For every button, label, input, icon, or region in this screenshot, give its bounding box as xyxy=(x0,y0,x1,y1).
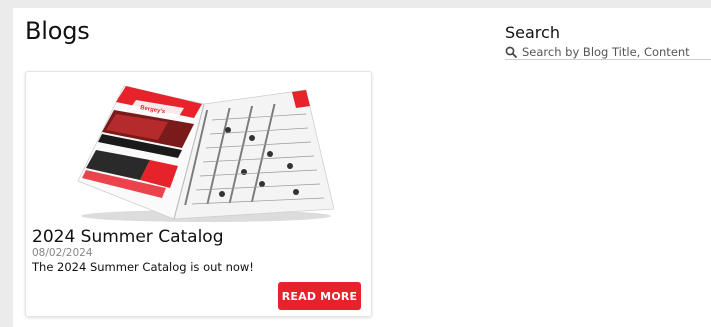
search-input[interactable] xyxy=(522,44,707,59)
page-top-strip xyxy=(0,0,711,8)
catalog-image[interactable]: Bergey's xyxy=(56,76,334,226)
read-more-button[interactable]: READ MORE xyxy=(278,282,361,310)
search-row[interactable] xyxy=(505,44,711,60)
page-title: Blogs xyxy=(25,17,90,45)
post-excerpt: The 2024 Summer Catalog is out now! xyxy=(32,260,254,274)
search-icon xyxy=(505,46,517,58)
blog-card: Bergey's 2024 Summer Catalog 08/02/2024 … xyxy=(25,71,372,317)
search-label: Search xyxy=(505,23,560,42)
post-title[interactable]: 2024 Summer Catalog xyxy=(32,227,224,247)
blogs-page: Blogs Search Bergey's xyxy=(13,8,711,327)
search-panel: Search xyxy=(505,23,711,60)
post-date: 08/02/2024 xyxy=(32,247,93,259)
